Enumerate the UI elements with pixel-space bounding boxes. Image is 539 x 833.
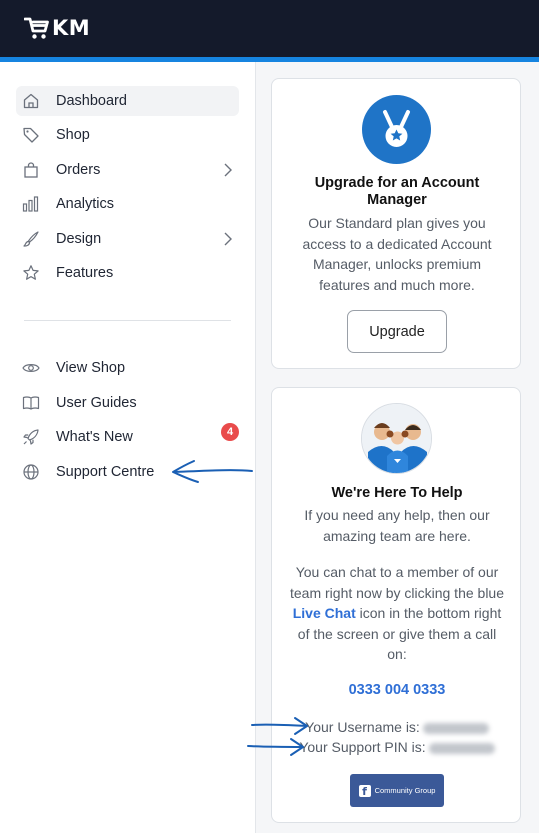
annotation-arrow-icon xyxy=(251,717,308,735)
sidebar: Dashboard Shop Orders Analytics Design F… xyxy=(0,62,256,833)
username-label: Your Username is: xyxy=(305,719,420,735)
bar-chart-icon xyxy=(22,195,40,213)
support-phone-number[interactable]: 0333 004 0333 xyxy=(292,682,502,698)
sidebar-item-label: Orders xyxy=(56,162,101,178)
globe-icon xyxy=(22,463,40,481)
live-chat-link[interactable]: Live Chat xyxy=(293,605,356,621)
cart-logo-icon xyxy=(24,16,50,40)
sidebar-item-user-guides[interactable]: User Guides xyxy=(16,388,239,418)
redacted-pin xyxy=(428,742,495,754)
upgrade-card-body: Our Standard plan gives you access to a … xyxy=(302,215,492,293)
sidebar-item-label: View Shop xyxy=(56,360,126,376)
chat-text-before: You can chat to a member of our team rig… xyxy=(290,564,504,601)
sidebar-item-label: Support Centre xyxy=(56,464,155,480)
sidebar-item-label: Dashboard xyxy=(56,93,127,109)
upgrade-button[interactable]: Upgrade xyxy=(347,310,447,353)
sidebar-item-label: User Guides xyxy=(56,395,137,411)
help-card: We're Here To Help If you need any help,… xyxy=(271,387,521,823)
sidebar-item-shop[interactable]: Shop xyxy=(16,120,239,150)
chevron-right-icon xyxy=(221,231,233,247)
upgrade-card-title: Upgrade for an Account Manager xyxy=(314,175,480,208)
sidebar-item-label: Analytics xyxy=(56,196,115,212)
sidebar-item-features[interactable]: Features xyxy=(16,258,239,288)
sidebar-item-design[interactable]: Design xyxy=(16,224,239,254)
home-icon xyxy=(22,92,40,110)
medal-icon xyxy=(362,95,431,164)
facebook-community-group-button[interactable]: f Community Group xyxy=(350,774,444,807)
sidebar-divider xyxy=(24,320,231,321)
annotation-arrow-icon xyxy=(247,738,304,756)
sidebar-item-dashboard[interactable]: Dashboard xyxy=(16,86,239,116)
sidebar-item-analytics[interactable]: Analytics xyxy=(16,189,239,219)
redacted-username xyxy=(422,722,489,734)
support-team-photo xyxy=(361,403,432,474)
sidebar-item-view-shop[interactable]: View Shop xyxy=(16,353,239,383)
brush-icon xyxy=(22,230,40,248)
support-pin-line: Your Support PIN is: xyxy=(272,739,522,755)
upgrade-card: Upgrade for an Account Manager Our Stand… xyxy=(271,78,521,369)
sidebar-item-label: Shop xyxy=(56,127,90,143)
help-card-title: We're Here To Help xyxy=(331,485,463,501)
help-card-chat-text: You can chat to a member of our team rig… xyxy=(288,562,506,665)
book-icon xyxy=(22,394,40,412)
tag-icon xyxy=(22,126,40,144)
sidebar-item-label: What's New xyxy=(56,429,133,445)
rocket-icon xyxy=(22,428,40,446)
chevron-right-icon xyxy=(221,162,233,178)
annotation-arrow-icon xyxy=(172,460,253,483)
facebook-icon: f xyxy=(358,784,371,798)
shopping-bag-icon xyxy=(22,161,40,179)
logo-text: KM xyxy=(52,16,91,40)
facebook-button-label: Community Group xyxy=(374,786,436,795)
ekm-logo[interactable]: KM xyxy=(24,16,90,40)
help-card-intro: If you need any help, then our amazing t… xyxy=(304,507,490,544)
sidebar-item-orders[interactable]: Orders xyxy=(16,155,239,185)
support-pin-label: Your Support PIN is: xyxy=(299,739,426,755)
star-icon xyxy=(22,264,40,282)
eye-icon xyxy=(22,359,40,377)
notification-badge: 4 xyxy=(221,423,239,441)
sidebar-item-label: Design xyxy=(56,231,102,247)
top-bar: KM xyxy=(0,0,539,57)
sidebar-item-whats-new[interactable]: What's New xyxy=(16,422,239,452)
sidebar-item-label: Features xyxy=(56,265,114,281)
